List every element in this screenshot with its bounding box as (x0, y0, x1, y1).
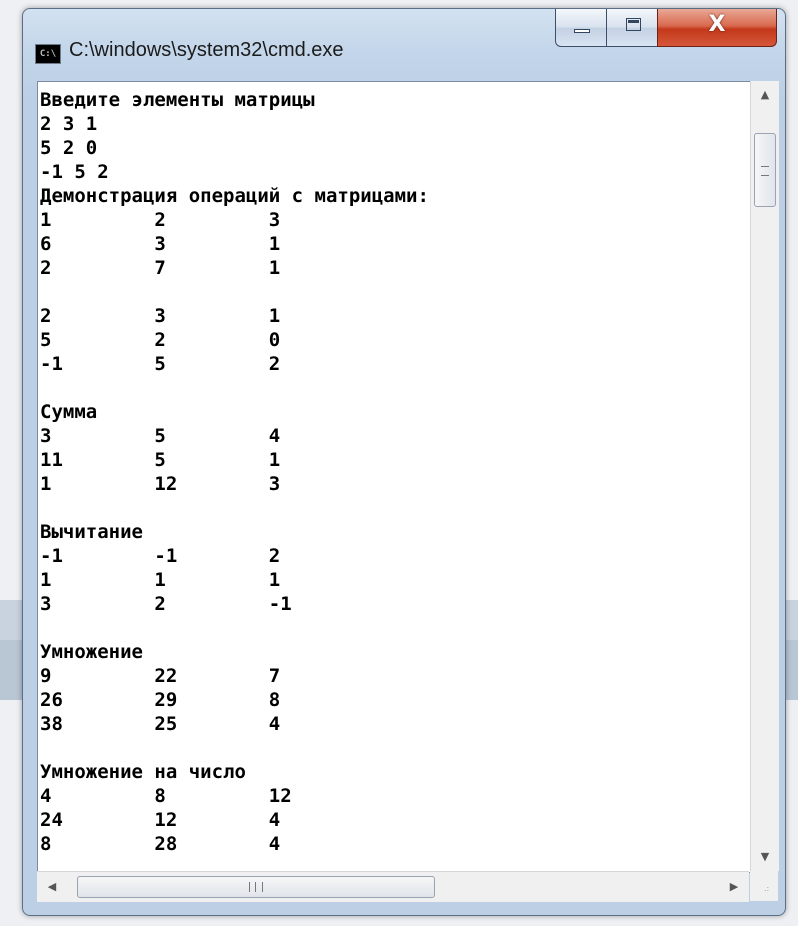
horizontal-scroll-thumb[interactable] (77, 876, 435, 898)
minimize-button[interactable] (555, 9, 607, 47)
console-line: -1 5 2 (40, 353, 281, 375)
cmd-window: C:\ C:\windows\system32\cmd.exe X Введит… (22, 8, 786, 916)
console-line: 1 1 1 (40, 569, 281, 591)
maximize-button[interactable] (606, 9, 658, 47)
console-line: 11 5 1 (40, 449, 281, 471)
console-line: 3 5 4 (40, 425, 281, 447)
caption-buttons: X (555, 9, 779, 49)
console-line: 4 8 12 (40, 785, 292, 807)
console-output[interactable]: Введите элементы матрицы 2 3 15 2 0 -1 5 2… (37, 81, 751, 873)
resize-grip-icon: .: (764, 884, 770, 893)
vertical-scrollbar[interactable]: ▲ ▼ (750, 81, 779, 871)
console-line: 5 2 0 (40, 137, 98, 159)
console-line: 2 3 1 (40, 113, 98, 135)
console-line: Умножение (40, 641, 143, 663)
scroll-right-arrow-icon[interactable]: ▶ (719, 872, 749, 902)
console-line: Умножение на число (40, 761, 246, 783)
console-line: Вычитание (40, 521, 143, 543)
size-grip[interactable]: .: (750, 871, 778, 901)
scroll-down-arrow-icon[interactable]: ▼ (751, 843, 779, 871)
console-text: Введите элементы матрицы 2 3 15 2 0 -1 5 2… (40, 88, 429, 856)
console-line: 2 7 1 (40, 257, 281, 279)
vertical-scroll-thumb[interactable] (754, 133, 776, 207)
console-line: 1 12 3 (40, 473, 281, 495)
console-line: Сумма (40, 401, 98, 423)
close-button[interactable]: X (657, 9, 777, 47)
console-line: 38 25 4 (40, 713, 281, 735)
grip-icon (249, 882, 263, 892)
console-line: 5 2 0 (40, 329, 281, 351)
console-line: 6 3 1 (40, 233, 281, 255)
grip-icon (761, 166, 769, 176)
close-icon: X (708, 12, 726, 37)
maximize-icon (626, 18, 641, 31)
title-bar[interactable]: C:\ C:\windows\system32\cmd.exe X (23, 9, 785, 79)
console-line: 24 12 4 (40, 809, 281, 831)
console-line: -1 -1 2 (40, 545, 281, 567)
minimize-icon (574, 29, 590, 33)
window-title: C:\windows\system32\cmd.exe (69, 39, 344, 61)
console-line: 9 22 7 (40, 665, 281, 687)
console-line: 1 2 3 (40, 209, 281, 231)
console-line: 8 28 4 (40, 833, 281, 855)
console-line: Введите элементы матрицы (40, 89, 315, 111)
console-line: -1 5 2 (40, 161, 109, 183)
console-line: Демонстрация операций с матрицами: (40, 185, 429, 207)
horizontal-scrollbar[interactable]: ◀ ▶ (37, 871, 749, 902)
console-line: 3 2 -1 (40, 593, 292, 615)
console-line: 2 3 1 (40, 305, 281, 327)
console-line: 26 29 8 (40, 689, 281, 711)
console-app-icon[interactable]: C:\ (35, 44, 61, 64)
scroll-left-arrow-icon[interactable]: ◀ (37, 872, 67, 902)
scroll-up-arrow-icon[interactable]: ▲ (751, 81, 779, 109)
